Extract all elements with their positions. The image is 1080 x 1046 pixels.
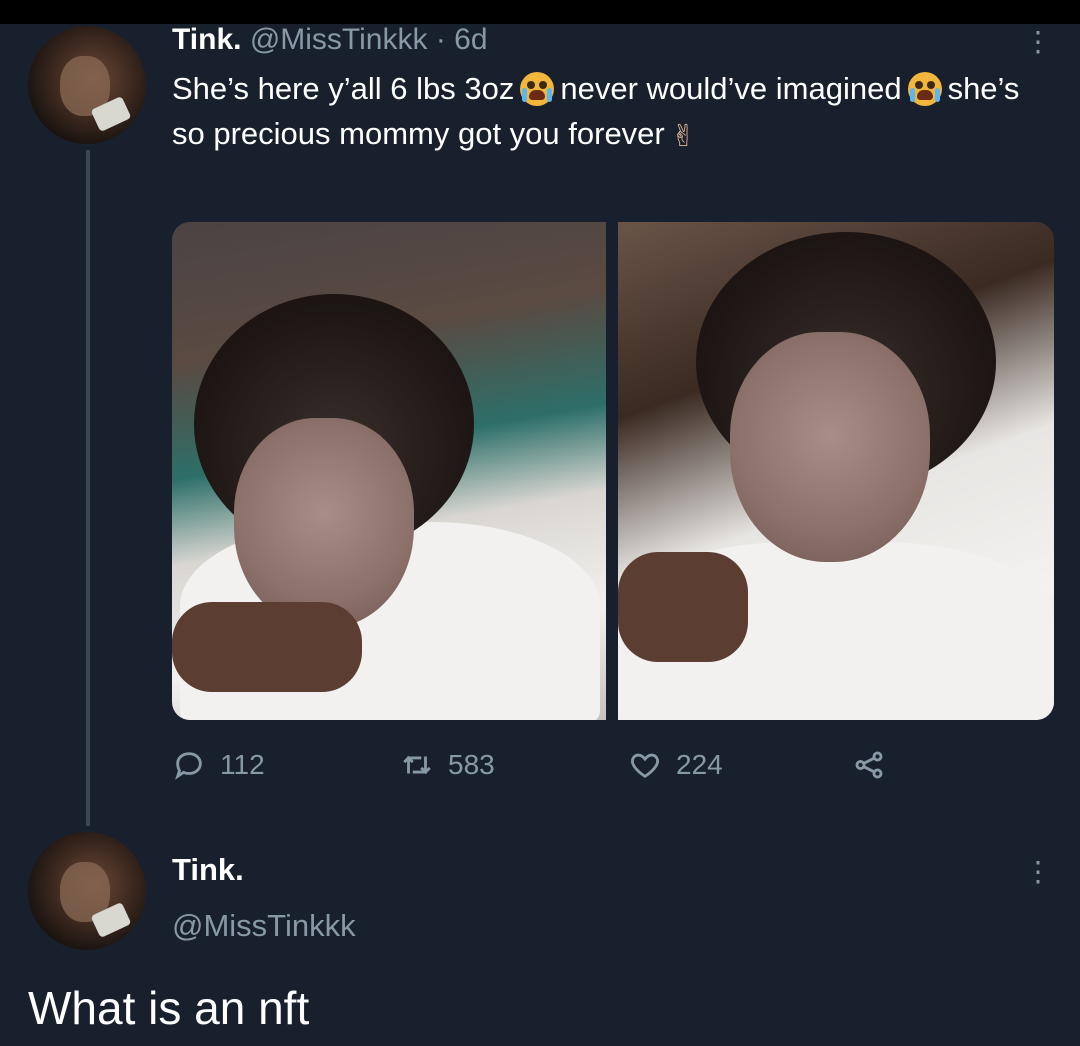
tweet-text: She’s here y’all 6 lbs 3oz never would’ve… <box>172 66 1052 159</box>
tweet-photo-1[interactable] <box>172 222 606 720</box>
reply-count: 112 <box>220 749 265 780</box>
crying-face-icon <box>907 72 942 106</box>
share-icon <box>855 751 883 779</box>
status-bar <box>0 0 1080 24</box>
reply-avatar[interactable] <box>28 832 146 950</box>
reply-icon <box>175 752 202 780</box>
separator: · <box>435 23 446 56</box>
fingers-crossed-icon: ✌ <box>670 120 696 153</box>
author-handle[interactable]: @MissTinkkk <box>250 23 428 56</box>
retweet-icon <box>403 755 431 775</box>
like-count: 224 <box>676 749 723 780</box>
reply-author-handle[interactable]: @MissTinkkk <box>172 906 356 946</box>
author-name[interactable]: Tink. <box>172 23 241 56</box>
share-button[interactable] <box>852 740 900 790</box>
tweet-photo-2[interactable] <box>618 222 1054 720</box>
more-options-icon[interactable]: ⋮ <box>1024 858 1052 886</box>
tweet-header: Tink. @MissTinkkk · 6d <box>172 22 488 58</box>
tweet-time[interactable]: 6d <box>454 23 487 56</box>
heart-icon <box>631 753 659 779</box>
crying-face-icon <box>520 72 555 106</box>
more-options-icon[interactable]: ⋮ <box>1024 28 1052 56</box>
tweet-text-part2: never would’ve imagined <box>560 71 902 106</box>
like-button[interactable]: 224 <box>628 740 723 790</box>
avatar[interactable] <box>28 26 146 144</box>
retweet-button[interactable]: 583 <box>400 740 495 790</box>
tweet-text-part1: She’s here y’all 6 lbs 3oz <box>172 71 515 106</box>
reply-author-name[interactable]: Tink. <box>172 850 244 890</box>
thread-line <box>86 150 90 826</box>
reply-text: What is an nft <box>28 982 310 1034</box>
retweet-count: 583 <box>448 749 495 780</box>
reply-button[interactable]: 112 <box>172 740 265 790</box>
